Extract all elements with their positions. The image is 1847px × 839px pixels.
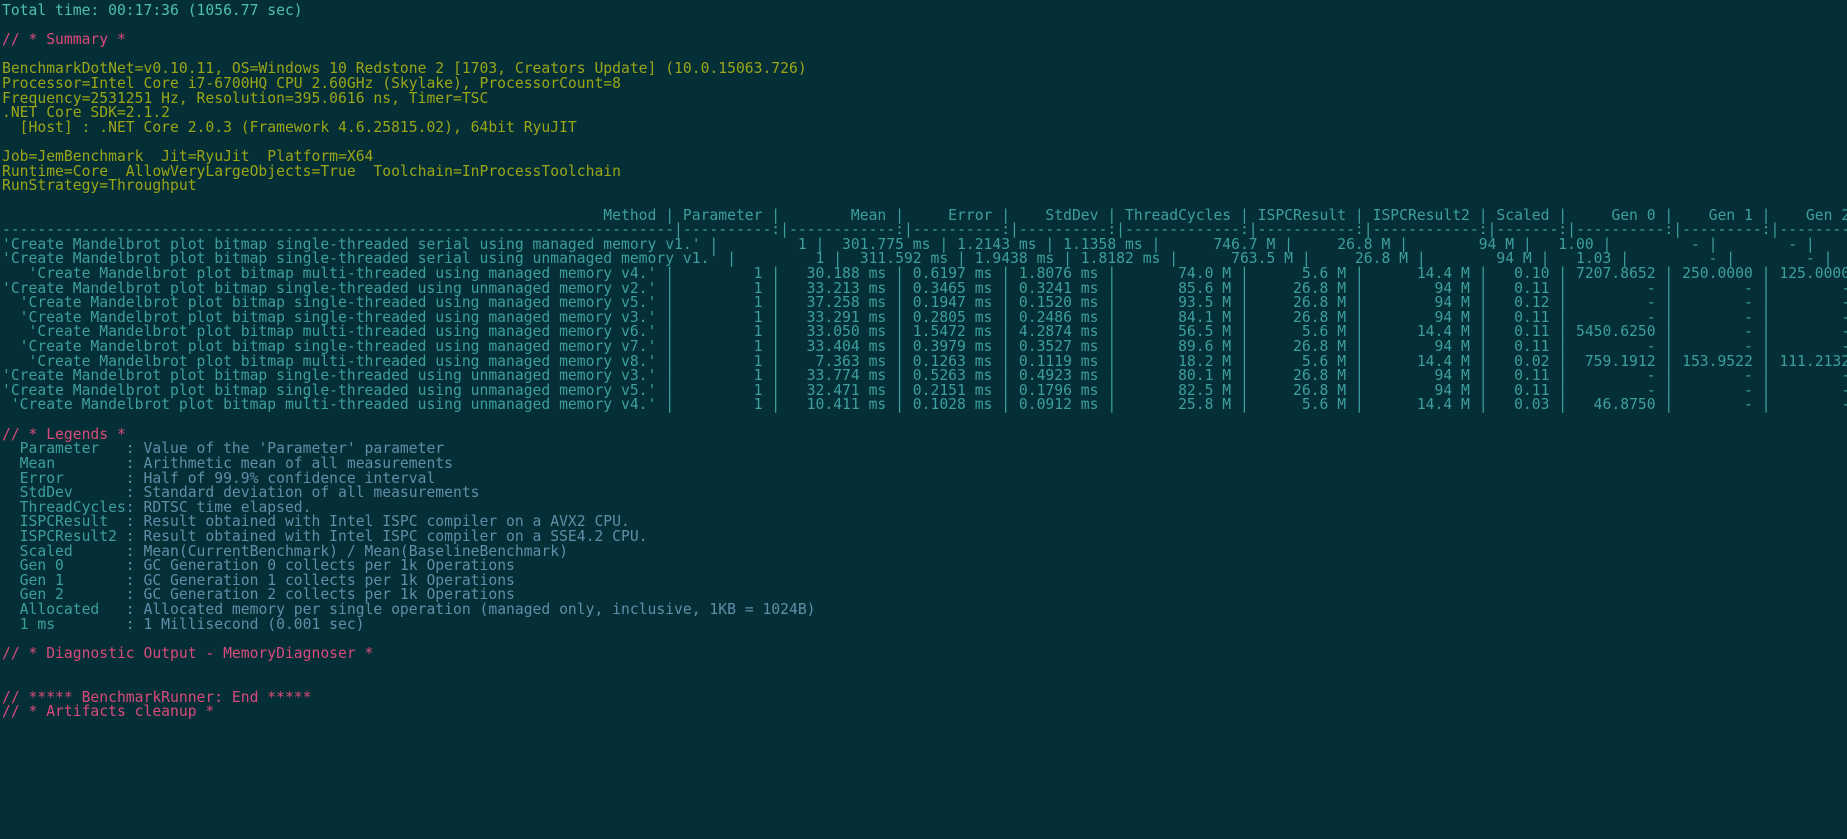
terminal-console: Total time: 00:17:36 (1056.77 sec) // * … [0, 0, 1847, 839]
legend-entry: 1 ms : 1 Millisecond (0.001 sec) [2, 615, 1847, 633]
artifacts-cleanup-text: // * Artifacts cleanup * [2, 703, 215, 721]
total-time-text: Total time: 00:17:36 (1056.77 sec) [2, 2, 303, 19]
legend-value-12: 1 Millisecond (0.001 sec) [143, 615, 365, 633]
diagnostic-output-line: // * Diagnostic Output - MemoryDiagnoser… [2, 644, 1847, 662]
artifacts-cleanup-line: // * Artifacts cleanup * [2, 703, 1847, 721]
job-info-line-1: Runtime=Core AllowVeryLargeObjects=True … [2, 164, 1847, 180]
summary-header-line: // * Summary * [2, 31, 1847, 49]
summary-header-text: // * Summary * [2, 31, 126, 49]
total-time-line: Total time: 00:17:36 (1056.77 sec) [2, 2, 1847, 19]
legend-colon-12: : [125, 615, 144, 633]
environment-line-2: Frequency=2531251 Hz, Resolution=395.061… [2, 91, 1847, 107]
table-row-text-11: 'Create Mandelbrot plot bitmap multi-thr… [2, 396, 1847, 414]
environment-line-4: [Host] : .NET Core 2.0.3 (Framework 4.6.… [2, 118, 1847, 136]
diagnostic-output-text: // * Diagnostic Output - MemoryDiagnoser… [2, 644, 374, 662]
legend-key-12: 1 ms [2, 615, 126, 633]
job-info-text-2: RunStrategy=Throughput [2, 177, 197, 195]
environment-text-4: [Host] : .NET Core 2.0.3 (Framework 4.6.… [2, 118, 577, 136]
runner-end-line: // ***** BenchmarkRunner: End ***** [2, 690, 1847, 706]
table-row[interactable]: 'Create Mandelbrot plot bitmap multi-thr… [2, 398, 1847, 413]
job-info-line-2: RunStrategy=Throughput [2, 177, 1847, 195]
